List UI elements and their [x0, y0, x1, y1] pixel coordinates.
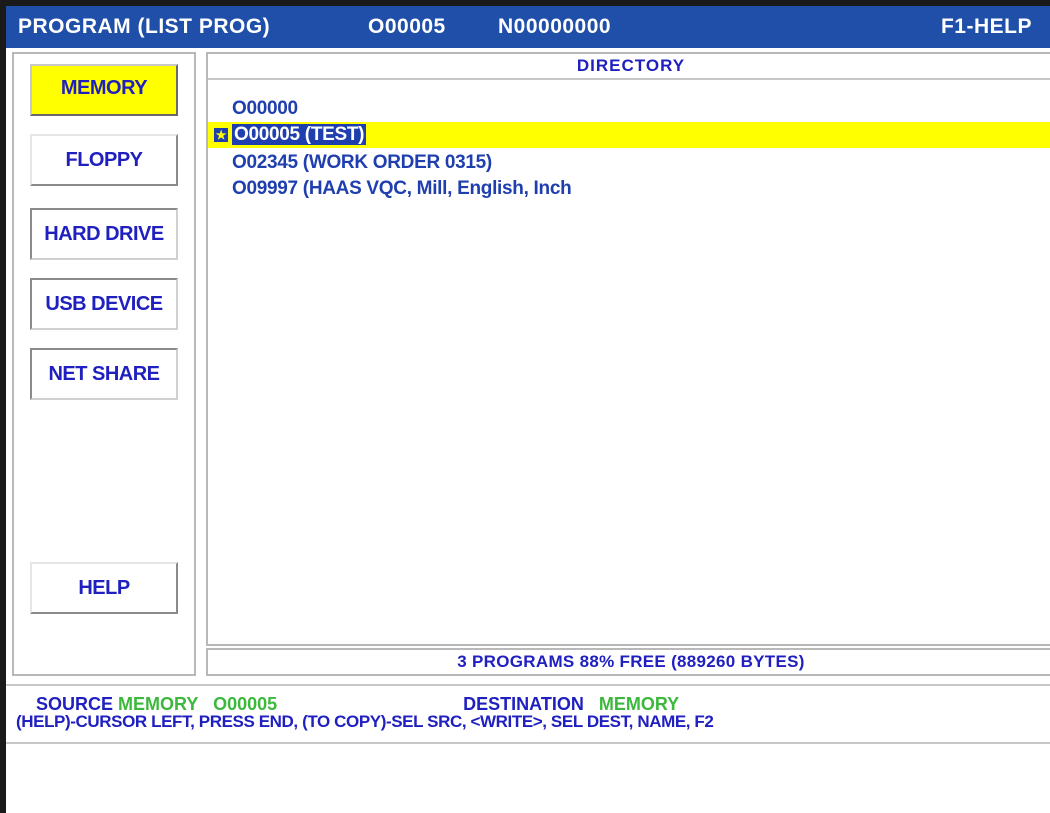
program-item[interactable]: O02345 (WORK ORDER 0315) — [208, 150, 1050, 176]
program-label: O02345 (WORK ORDER 0315) — [232, 152, 492, 173]
help-instructions: (HELP)-CURSOR LEFT, PRESS END, (TO COPY)… — [16, 712, 714, 731]
divider — [6, 684, 1050, 686]
program-label: O09997 (HAAS VQC, Mill, English, Inch — [232, 178, 572, 199]
source-value: MEMORY — [118, 694, 199, 714]
device-usb-button[interactable]: USB DEVICE — [30, 278, 178, 330]
current-program: O00005 — [368, 15, 446, 38]
program-label: O00000 — [232, 98, 298, 119]
free-space-bar: 3 PROGRAMS 88% FREE (889260 BYTES) — [206, 648, 1050, 676]
program-item-selected[interactable]: ★ O00005 (TEST) — [208, 122, 1050, 148]
divider — [6, 742, 1050, 744]
device-floppy-button[interactable]: FLOPPY — [30, 134, 178, 186]
device-panel: MEMORY FLOPPY HARD DRIVE USB DEVICE NET … — [12, 52, 196, 676]
help-button[interactable]: HELP — [30, 562, 178, 614]
device-hard-drive-button[interactable]: HARD DRIVE — [30, 208, 178, 260]
star-icon: ★ — [214, 128, 228, 142]
source-label: SOURCE — [36, 694, 114, 714]
directory-panel: DIRECTORY O00000 ★ O00005 (TEST) O02345 … — [206, 52, 1050, 646]
program-item[interactable]: O00000 — [208, 96, 1050, 122]
directory-title: DIRECTORY — [208, 54, 1050, 80]
destination-label: DESTINATION — [463, 694, 584, 714]
program-item[interactable]: O09997 (HAAS VQC, Mill, English, Inch — [208, 176, 1050, 202]
source-program: O00005 — [213, 694, 278, 714]
device-memory-button[interactable]: MEMORY — [30, 64, 178, 116]
help-hint: F1-HELP — [940, 15, 1032, 38]
title-bar: PROGRAM (LIST PROG) O00005 N00000000 F1-… — [6, 6, 1050, 48]
sequence-number: N00000000 — [498, 15, 612, 38]
destination-value: MEMORY — [598, 694, 680, 714]
device-net-share-button[interactable]: NET SHARE — [30, 348, 178, 400]
program-label: O00005 (TEST) — [232, 124, 367, 145]
program-list: O00000 ★ O00005 (TEST) O02345 (WORK ORDE… — [208, 96, 1050, 202]
mode-title: PROGRAM (LIST PROG) — [18, 15, 271, 38]
